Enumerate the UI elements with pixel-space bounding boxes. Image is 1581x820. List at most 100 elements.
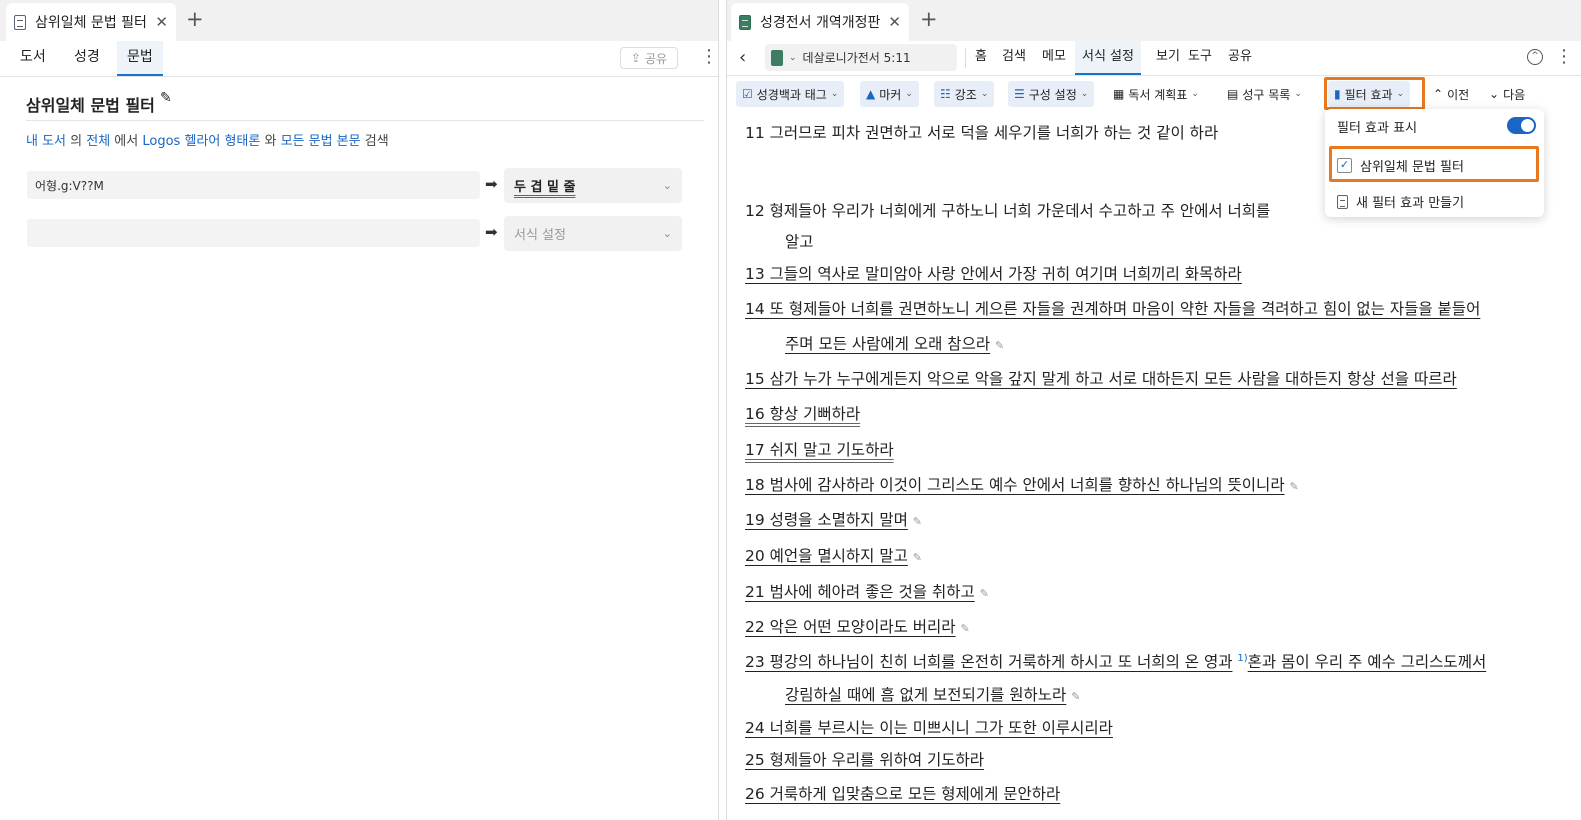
chevron-down-icon: ⌄ (1489, 87, 1500, 101)
link-all[interactable]: 전체 (86, 134, 110, 149)
back-arrow-icon[interactable]: ‹ (739, 47, 746, 68)
bible-tags-button[interactable]: ☑ 성경백과 태그 ⌄ (736, 81, 845, 107)
footnote-marker[interactable]: 1) (1237, 653, 1247, 664)
chevron-down-icon: ⌄ (662, 227, 672, 240)
verse-18[interactable]: 18 범사에 감사하라 이것이 그리스도 예수 안에서 너희를 향하신 하나님의… (745, 473, 1299, 495)
button-label: 강조 (954, 87, 977, 102)
previous-button[interactable]: ⌃ 이전 (1427, 81, 1475, 107)
verse-12[interactable]: 12 형제들아 우리가 너희에게 구하노니 너희 가운데서 수고하고 주 안에서… (745, 199, 1270, 221)
highlight-box (1329, 146, 1539, 182)
calendar-icon: ▦ (1113, 87, 1125, 101)
tab-label: 성경전서 개역개정판 (760, 15, 881, 31)
subtab-grammar[interactable]: 문법 (117, 41, 163, 76)
verse-17[interactable]: 17 쉬지 말고 기도하라 (745, 438, 894, 460)
verse-19[interactable]: 19 성령을 소멸하지 말며 ✎ (745, 508, 922, 530)
nav-formatting[interactable]: 서식 설정 (1075, 41, 1141, 75)
verse-11[interactable]: 11 그러므로 피차 권면하고 서로 덕을 세우기를 너희가 하는 것 같이 하… (745, 121, 1218, 143)
chevron-down-icon: ⌄ (789, 52, 797, 63)
verse-15[interactable]: 15 삼가 누가 누구에게든지 악으로 악을 갚지 말게 하고 서로 대하든지 … (745, 367, 1457, 389)
nav-search[interactable]: 검색 (1002, 41, 1026, 75)
subtab-bible[interactable]: 성경 (74, 41, 100, 76)
verse-25[interactable]: 25 형제들아 우리를 위하여 기도하라 (745, 748, 984, 770)
verse-12-cont[interactable]: 알고 (785, 230, 814, 252)
divider (26, 120, 704, 121)
query-input[interactable]: 어형.g:V??M (27, 171, 480, 199)
note-pencil-icon[interactable]: ✎ (995, 339, 1004, 352)
reading-plan-button[interactable]: ▦ 독서 계획표 ⌄ (1107, 81, 1205, 107)
verse-14-cont[interactable]: 주며 모든 사람에게 오래 참으라 ✎ (785, 332, 1004, 354)
verse-20[interactable]: 20 예언을 멸시하지 말고 ✎ (745, 544, 922, 566)
page-title: 삼위일체 문법 필터 (26, 96, 155, 115)
close-icon[interactable]: ✕ (155, 13, 168, 31)
link-my-library[interactable]: 내 도서 (26, 134, 66, 149)
tab-label: 삼위일체 문법 필터 (35, 15, 147, 31)
note-pencil-icon[interactable]: ✎ (1071, 690, 1080, 703)
show-filter-label: 필터 효과 표시 (1337, 121, 1418, 136)
checkbox-icon: ☑ (742, 87, 753, 101)
verse-text: 19 성령을 소멸하지 말며 (745, 511, 908, 529)
verse-24[interactable]: 24 너희를 부르시는 이는 미쁘시니 그가 또한 이루시리라 (745, 716, 1113, 738)
left-pane: 삼위일체 문법 필터 ✕ + 도서 성경 문법 ⇪ 공유 ⋮ 삼위일체 문법 필터… (0, 0, 719, 820)
chevron-down-icon: ⌄ (1294, 89, 1302, 99)
format-select[interactable]: 두 겹 밑 줄 ⌄ (504, 168, 682, 203)
verse-13[interactable]: 13 그들의 역사로 말미암아 사랑 안에서 가장 귀히 여기며 너희끼리 화목… (745, 262, 1242, 284)
reference-box[interactable]: ⌄ 데살로니가전서 5:11 (765, 44, 957, 71)
button-label: 다음 (1503, 87, 1526, 102)
new-filter-effect-item[interactable]: 새 필터 효과 만들기 (1337, 192, 1464, 211)
nav-share[interactable]: 공유 (1228, 41, 1252, 75)
marker-button[interactable]: ▲ 마커 ⌄ (860, 81, 919, 107)
verse-23[interactable]: 23 평강의 하나님이 친히 너희를 온전히 거룩하게 하시고 또 너희의 온 … (745, 650, 1486, 672)
note-pencil-icon[interactable]: ✎ (980, 587, 989, 600)
tab-grammar-filter[interactable]: 삼위일체 문법 필터 ✕ (6, 3, 176, 41)
desc-text: 검색 (360, 134, 389, 149)
show-filter-toggle[interactable] (1507, 117, 1536, 134)
emphasis-icon: ☷ (940, 87, 951, 101)
verse-21[interactable]: 21 범사에 헤아려 좋은 것을 취하고 ✎ (745, 580, 989, 602)
note-pencil-icon[interactable]: ✎ (913, 515, 922, 528)
new-tab-plus-icon[interactable]: + (920, 9, 938, 30)
verse-14[interactable]: 14 또 형제들아 너희를 권면하노니 게으른 자들을 권계하며 마음이 약한 … (745, 297, 1480, 319)
verse-text: 18 범사에 감사하라 이것이 그리스도 예수 안에서 너희를 향하신 하나님의… (745, 476, 1285, 494)
layout-button[interactable]: ☰ 구성 설정 ⌄ (1008, 81, 1095, 107)
layout-icon: ☰ (1014, 87, 1025, 101)
chevron-down-icon: ⌄ (905, 89, 913, 99)
emphasis-button[interactable]: ☷ 강조 ⌄ (934, 81, 995, 107)
share-button[interactable]: ⇪ 공유 (620, 47, 678, 69)
edit-pencil-icon[interactable]: ✎ (160, 90, 172, 106)
verse-16[interactable]: 16 항상 기뻐하라 (745, 402, 860, 424)
verse-text: 23 평강의 하나님이 친히 너희를 온전히 거룩하게 하시고 또 너희의 온 … (745, 653, 1233, 671)
nav-notes[interactable]: 메모 (1042, 41, 1066, 75)
link-morphology[interactable]: Logos 헬라어 형태론 (142, 134, 260, 149)
verse-22[interactable]: 22 악은 어떤 모양이라도 버리라 ✎ (745, 615, 970, 637)
verse-text: 20 예언을 멸시하지 말고 (745, 547, 908, 565)
new-filter-label: 새 필터 효과 만들기 (1356, 196, 1465, 211)
nav-tools[interactable]: 도구 (1188, 41, 1212, 75)
arrow-right-icon: ➡ (485, 175, 498, 193)
tab-bible[interactable]: 성경전서 개역개정판 ✕ (731, 3, 909, 41)
highlight-box (1324, 77, 1425, 110)
next-button[interactable]: ⌄ 다음 (1483, 81, 1531, 107)
reference-text: 데살로니가전서 5:11 (802, 51, 911, 65)
note-pencil-icon[interactable]: ✎ (961, 622, 970, 635)
verse-26[interactable]: 26 거룩하게 입맞춤으로 모든 형제에게 문안하라 (745, 782, 1060, 804)
nav-home[interactable]: 홈 (975, 41, 987, 75)
note-pencil-icon[interactable]: ✎ (1290, 480, 1299, 493)
more-menu-icon[interactable]: ⋮ (1555, 48, 1573, 66)
format-select-empty[interactable]: 서식 설정 ⌄ (504, 216, 682, 251)
link-grammar-texts[interactable]: 모든 문법 본문 (281, 134, 361, 149)
more-menu-icon[interactable]: ⋮ (700, 48, 718, 66)
passage-list-button[interactable]: ▤ 성구 목록 ⌄ (1221, 81, 1308, 107)
chevron-up-icon: ⌃ (1433, 87, 1444, 101)
nav-view[interactable]: 보기 (1156, 41, 1180, 75)
close-icon[interactable]: ✕ (888, 13, 901, 31)
desc-text: 와 (260, 134, 281, 149)
new-tab-plus-icon[interactable]: + (186, 9, 204, 30)
verse-23-cont[interactable]: 강림하실 때에 흠 없게 보전되기를 원하노라 ✎ (785, 683, 1080, 705)
note-pencil-icon[interactable]: ✎ (913, 551, 922, 564)
query-input-empty[interactable] (27, 219, 480, 247)
document-icon (1337, 194, 1348, 209)
collapse-up-icon[interactable]: ^ (1527, 49, 1543, 65)
right-pane: 성경전서 개역개정판 ✕ + ‹ ⌄ 데살로니가전서 5:11 홈 검색 메모 서… (726, 0, 1581, 820)
chevron-down-icon: ⌄ (1080, 89, 1089, 99)
subtab-books[interactable]: 도서 (20, 41, 46, 76)
